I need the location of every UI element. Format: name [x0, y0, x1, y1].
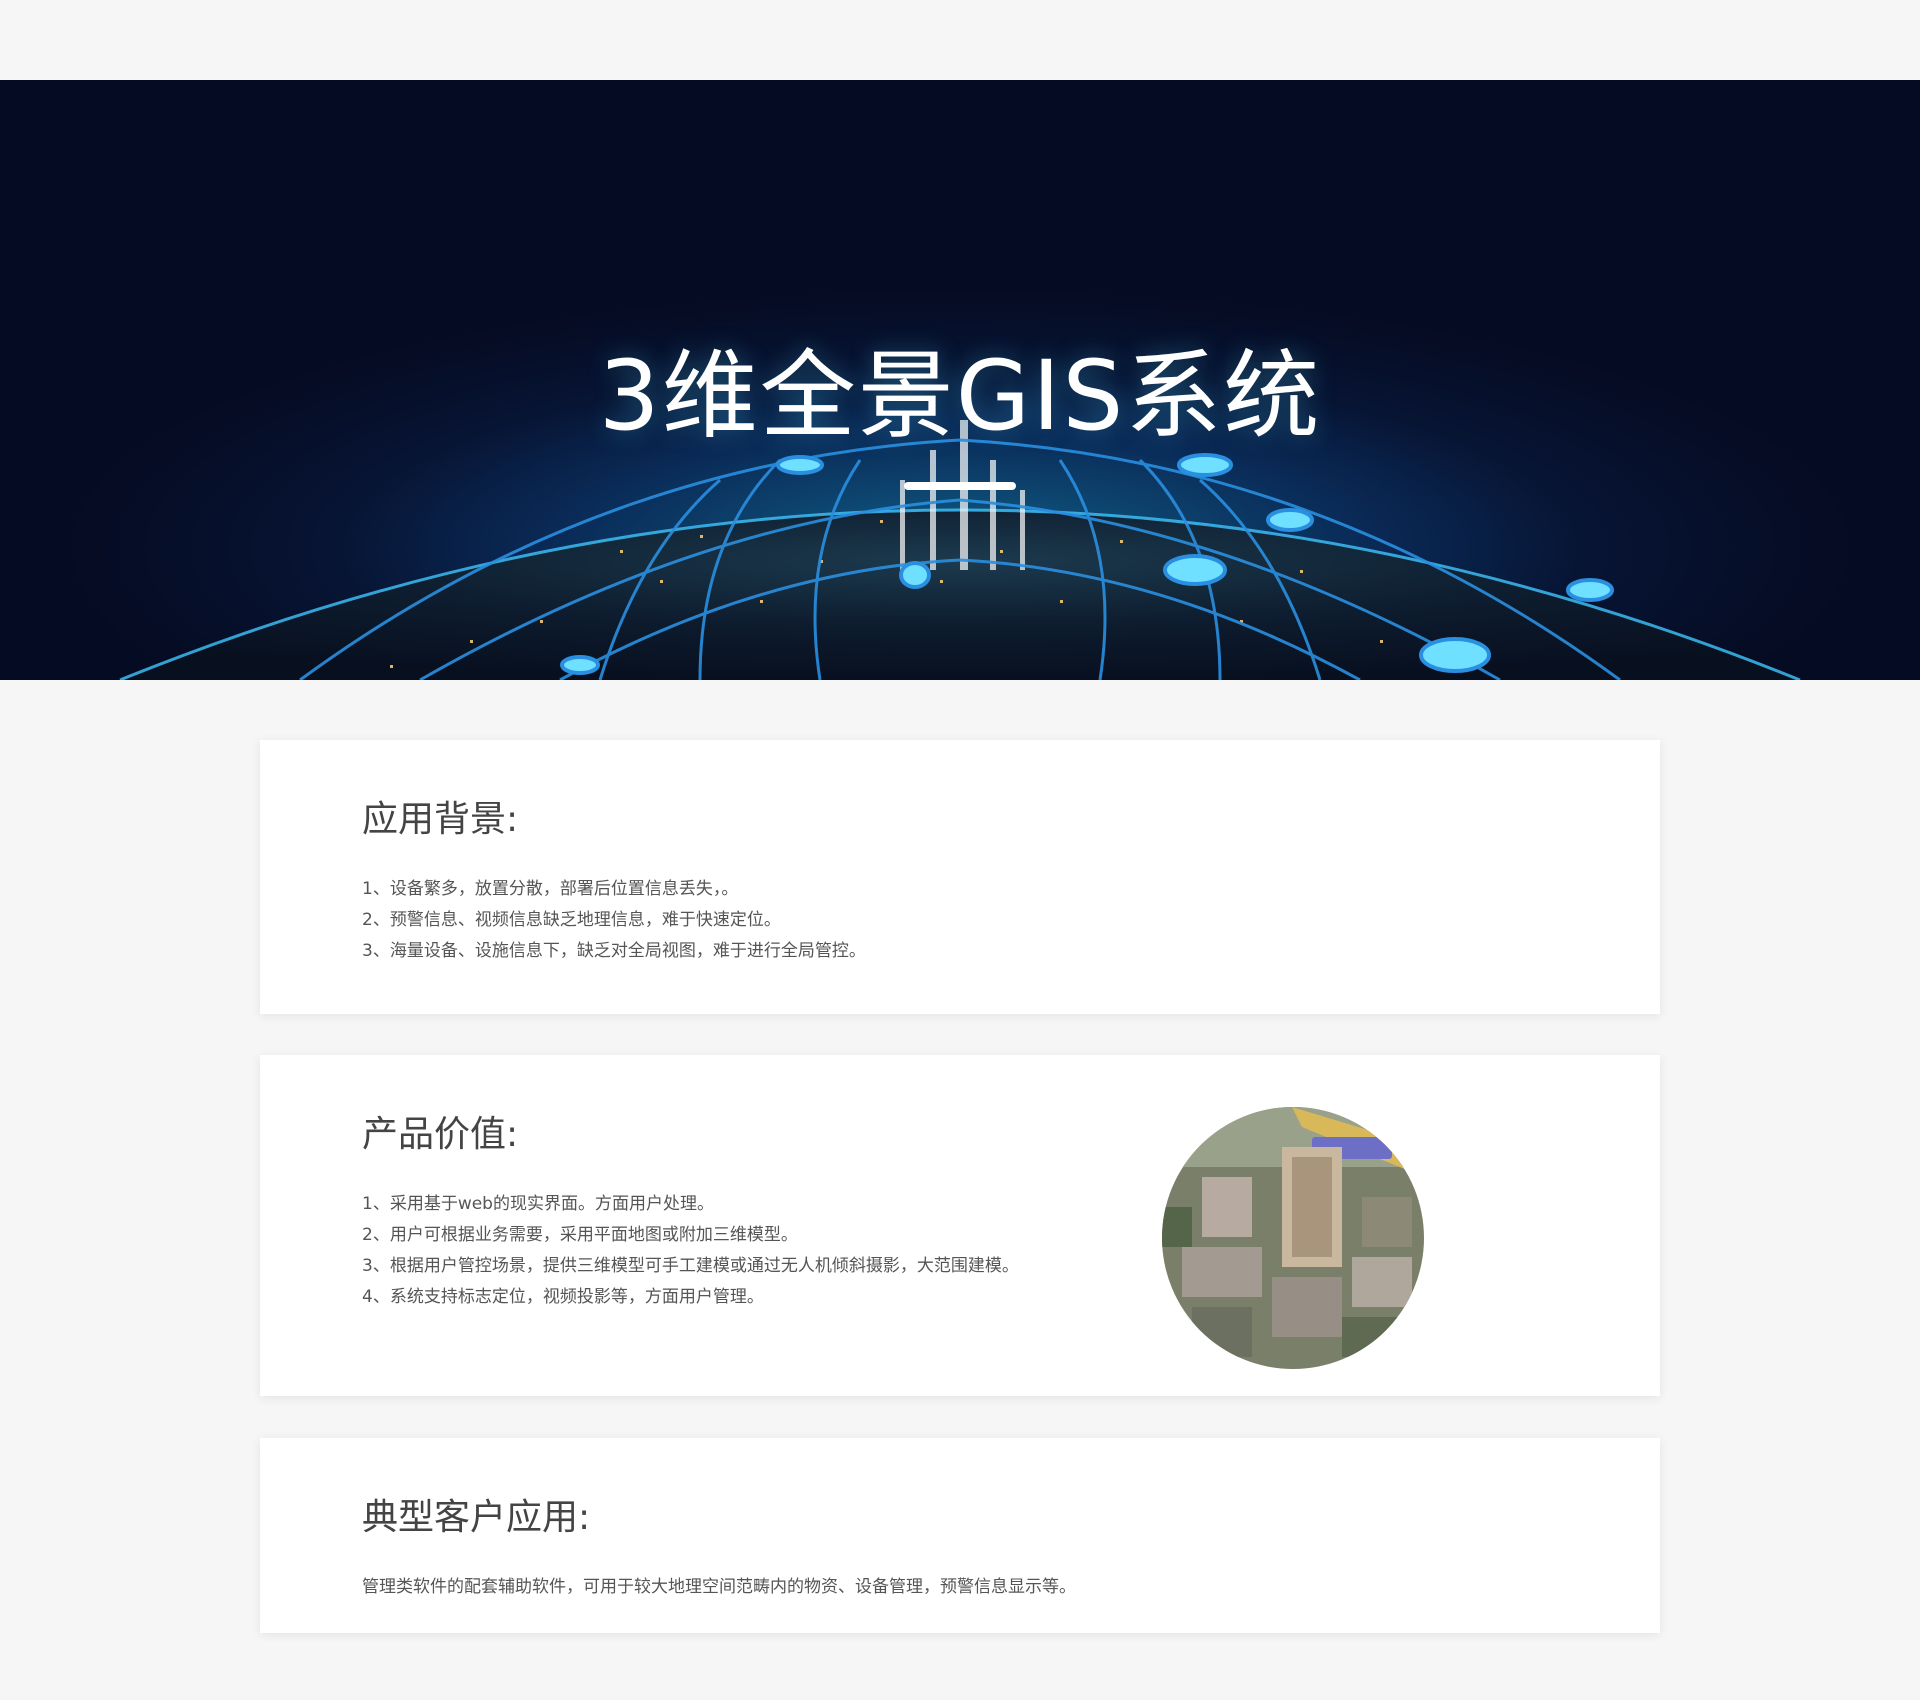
section-list: 1、采用基于web的现实界面。方面用户处理。 2、用户可根据业务需要，采用平面地…: [362, 1189, 1019, 1313]
list-item: 3、根据用户管控场景，提供三维模型可手工建模或通过无人机倾斜摄影，大范围建模。: [362, 1256, 1019, 1276]
section-list: 1、设备繁多，放置分散，部署后位置信息丢失，。 2、预警信息、视频信息缺乏地理信…: [362, 874, 866, 967]
section-typical-applications: 典型客户应用: 管理类软件的配套辅助软件，可用于较大地理空间范畴内的物资、设备管…: [260, 1438, 1660, 1633]
section-product-value: 产品价值: 1、采用基于web的现实界面。方面用户处理。 2、用户可根据业务需要…: [260, 1055, 1660, 1396]
section-background: 应用背景: 1、设备繁多，放置分散，部署后位置信息丢失，。 2、预警信息、视频信…: [260, 740, 1660, 1014]
banner-title: 3维全景GIS系统: [598, 340, 1322, 452]
list-item: 2、用户可根据业务需要，采用平面地图或附加三维模型。: [362, 1225, 798, 1245]
list-item: 4、系统支持标志定位，视频投影等，方面用户管理。: [362, 1287, 764, 1307]
title-underline: [904, 482, 1016, 490]
list-item: 2、预警信息、视频信息缺乏地理信息，难于快速定位。: [362, 910, 781, 930]
section-title: 典型客户应用:: [362, 1497, 591, 1538]
section-title: 应用背景:: [362, 799, 519, 840]
list-item: 1、采用基于web的现实界面。方面用户处理。: [362, 1194, 714, 1214]
section-text: 管理类软件的配套辅助软件，可用于较大地理空间范畴内的物资、设备管理，预警信息显示…: [362, 1577, 1076, 1597]
hero-banner: 3维全景GIS系统: [0, 80, 1920, 680]
list-item: 3、海量设备、设施信息下，缺乏对全局视图，难于进行全局管控。: [362, 941, 866, 961]
aerial-3d-city-image: [1162, 1107, 1424, 1369]
list-item: 1、设备繁多，放置分散，部署后位置信息丢失，。: [362, 879, 739, 899]
section-title: 产品价值:: [362, 1114, 519, 1155]
